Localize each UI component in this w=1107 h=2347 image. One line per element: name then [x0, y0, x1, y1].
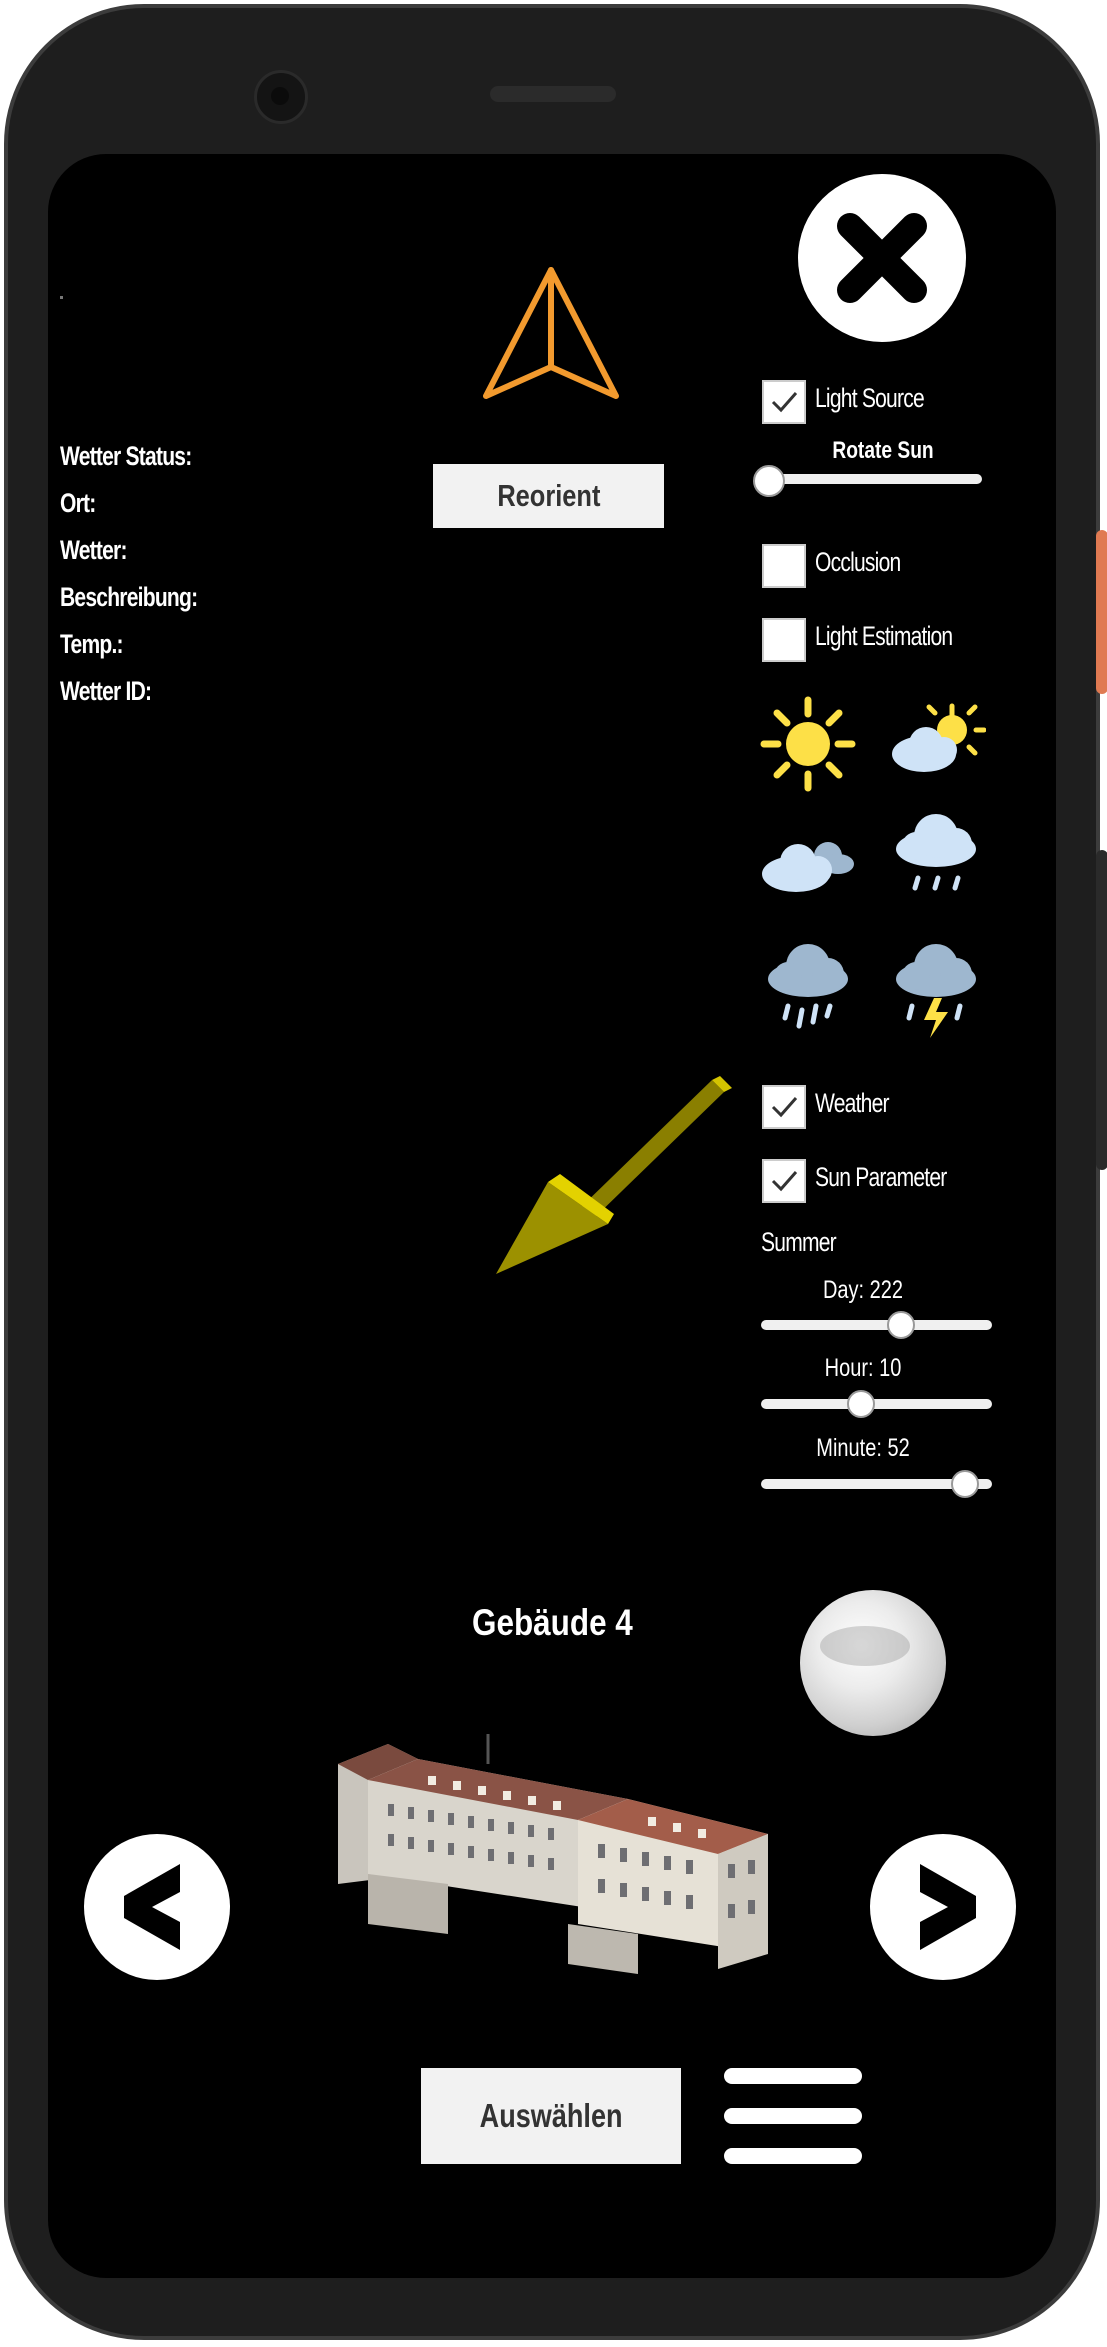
partly-cloudy-icon[interactable] — [886, 694, 986, 794]
minute-label: Minute: 52 — [816, 1434, 910, 1462]
reorient-button[interactable]: Reorient — [433, 464, 664, 528]
minute-knob[interactable] — [950, 1470, 979, 1498]
menu-button[interactable] — [722, 2062, 864, 2170]
front-camera — [254, 70, 308, 124]
checkmark-icon — [771, 392, 798, 413]
light-probe-sphere — [800, 1590, 946, 1736]
weather-label: Wetter: — [60, 535, 127, 565]
location-label: Ort: — [60, 488, 96, 518]
chevron-right-icon — [920, 1864, 976, 1950]
select-button[interactable]: Auswählen — [421, 2068, 681, 2164]
hour-label: Hour: 10 — [824, 1354, 902, 1382]
select-label: Auswählen — [479, 2097, 623, 2134]
light-source-checkbox[interactable] — [762, 380, 806, 424]
sun-parameter-label: Sun Parameter — [815, 1162, 947, 1192]
sun-direction-arrow — [496, 1076, 732, 1274]
season-label: Summer — [761, 1227, 837, 1257]
light-estimation-checkbox[interactable] — [762, 618, 806, 662]
previous-button[interactable] — [84, 1834, 230, 1980]
app-screen: Reorient Wetter Status: Ort: Wetter: Bes… — [48, 154, 1056, 2278]
building-model — [338, 1734, 768, 1974]
light-rain-icon[interactable] — [886, 804, 986, 914]
checkmark-icon — [771, 1171, 798, 1192]
sun-icon[interactable] — [758, 694, 858, 794]
rotate-sun-track[interactable] — [760, 474, 982, 484]
earpiece-speaker — [490, 86, 616, 102]
occlusion-label: Occlusion — [815, 547, 901, 577]
hour-knob[interactable] — [847, 1390, 876, 1418]
thunderstorm-icon[interactable] — [886, 934, 986, 1054]
rotate-sun-label: Rotate Sun — [832, 437, 934, 464]
cloudy-icon[interactable] — [758, 814, 858, 914]
checkmark-icon — [771, 1097, 798, 1118]
day-label: Day: 222 — [822, 1276, 904, 1304]
description-label: Beschreibung: — [60, 582, 198, 612]
weather-status-label: Wetter Status: — [60, 441, 192, 471]
reorient-label: Reorient — [496, 478, 601, 513]
next-button[interactable] — [870, 1834, 1016, 1980]
hamburger-menu-icon — [724, 2068, 862, 2164]
weather-checkbox[interactable] — [762, 1085, 806, 1129]
power-button — [1096, 530, 1107, 694]
building-title: Gebäude 4 — [472, 1602, 633, 1643]
light-estimation-label: Light Estimation — [815, 621, 953, 651]
compass-icon — [483, 267, 619, 399]
sphere-shading — [820, 1626, 910, 1666]
close-button[interactable] — [798, 174, 966, 342]
chevron-left-icon — [124, 1864, 180, 1950]
weather-id-label: Wetter ID: — [60, 676, 152, 706]
close-icon — [837, 213, 927, 303]
hour-track[interactable] — [761, 1399, 992, 1409]
day-knob[interactable] — [887, 1311, 916, 1339]
temperature-label: Temp.: — [60, 629, 124, 659]
rain-icon[interactable] — [758, 934, 858, 1054]
occlusion-checkbox[interactable] — [762, 544, 806, 588]
status-dot — [60, 296, 63, 299]
phone-device: Reorient Wetter Status: Ort: Wetter: Bes… — [0, 0, 1107, 2347]
weather-toggle-label: Weather — [815, 1088, 890, 1118]
sun-parameter-checkbox[interactable] — [762, 1159, 806, 1203]
rotate-sun-knob[interactable] — [753, 465, 785, 497]
day-track[interactable] — [761, 1320, 992, 1330]
volume-button — [1096, 850, 1107, 1170]
light-source-label: Light Source — [815, 383, 925, 413]
